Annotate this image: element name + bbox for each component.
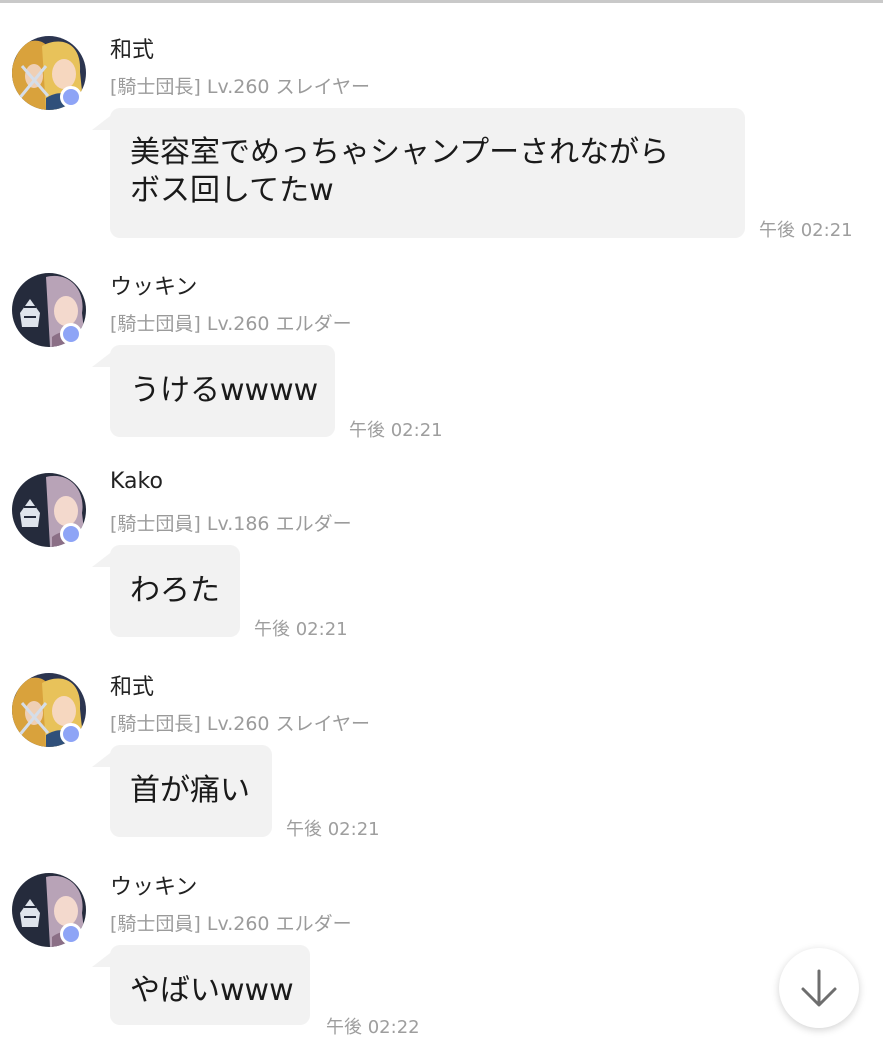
sender-name[interactable]: ウッキン [110,869,197,901]
sender-name[interactable]: Kako [110,469,163,494]
sender-name[interactable]: 和式 [110,32,154,64]
message-time: 午後 02:21 [759,220,853,241]
sender-rank: [騎士団長] Lv.260 スレイヤー [110,76,370,98]
online-status-dot [60,323,82,345]
sender-name[interactable]: ウッキン [110,269,197,301]
message-bubble[interactable]: うけるwwww [110,345,335,437]
message-text-line: うけるwwww [130,373,319,408]
message-text-line: 首が痛い [130,773,250,808]
message-text-line: 美容室でめっちゃシャンプーされながら [130,135,670,170]
sender-rank: [騎士団員] Lv.186 エルダー [110,513,352,535]
message-time: 午後 02:21 [286,819,380,840]
arrow-down-icon [801,969,837,1007]
message-bubble[interactable]: 美容室でめっちゃシャンプーされながら ボス回してたw [110,108,745,238]
message-bubble[interactable]: わろた [110,545,240,637]
message-bubble[interactable]: やばいwww [110,945,310,1025]
message-time: 午後 02:21 [349,420,443,441]
sender-rank: [騎士団員] Lv.260 エルダー [110,913,352,935]
message-text-line: ボス回してたw [130,173,334,208]
message-time: 午後 02:22 [326,1017,420,1038]
sender-rank: [騎士団長] Lv.260 スレイヤー [110,713,370,735]
scroll-to-bottom-button[interactable] [779,948,859,1028]
online-status-dot [60,523,82,545]
top-divider [0,0,883,3]
message-time: 午後 02:21 [254,619,348,640]
message-text-line: やばいwww [130,973,294,1008]
online-status-dot [60,723,82,745]
online-status-dot [60,923,82,945]
sender-rank: [騎士団員] Lv.260 エルダー [110,313,352,335]
sender-name[interactable]: 和式 [110,669,154,701]
message-bubble[interactable]: 首が痛い [110,745,272,837]
online-status-dot [60,86,82,108]
message-text-line: わろた [130,573,220,608]
